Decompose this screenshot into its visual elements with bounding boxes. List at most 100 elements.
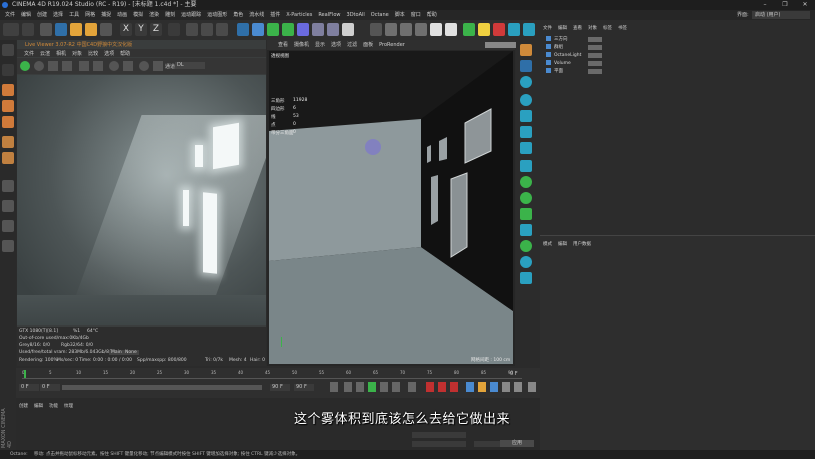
restore-icon[interactable]: ❐ bbox=[775, 0, 795, 10]
cube-icon[interactable] bbox=[237, 23, 249, 36]
timeline-window-icon[interactable] bbox=[528, 382, 536, 392]
menu-item-18[interactable]: 3DtoAll bbox=[344, 10, 368, 20]
diamond-tool-icon[interactable] bbox=[520, 208, 532, 220]
object-row[interactable]: 群组 bbox=[546, 44, 811, 51]
timeline-ruler[interactable]: 051015202530354045505560657075808590 bbox=[22, 370, 522, 379]
next-key-icon[interactable] bbox=[392, 382, 400, 392]
pick-material-icon[interactable] bbox=[139, 61, 149, 71]
menu-item-14[interactable]: 流水线 bbox=[246, 10, 267, 20]
redo-icon[interactable] bbox=[22, 23, 34, 36]
material-menu-item-1[interactable]: 编辑 bbox=[31, 402, 46, 411]
camera-icon[interactable] bbox=[327, 23, 339, 36]
menu-item-20[interactable]: 脚本 bbox=[392, 10, 408, 20]
object-menu-item-5[interactable]: 书签 bbox=[615, 24, 630, 33]
menu-item-6[interactable]: 捕捉 bbox=[98, 10, 114, 20]
render-settings-icon[interactable] bbox=[216, 23, 228, 36]
viewport-menu-item-3[interactable]: 选项 bbox=[328, 40, 344, 50]
object-row[interactable]: OctaneLight bbox=[546, 52, 811, 59]
camera-tool-icon[interactable] bbox=[520, 60, 532, 72]
material-menu-item-0[interactable]: 创建 bbox=[16, 402, 31, 411]
pick-focus-icon[interactable] bbox=[109, 61, 119, 71]
light-handle[interactable] bbox=[365, 139, 381, 155]
array-icon[interactable] bbox=[282, 23, 294, 36]
lock-icon[interactable] bbox=[93, 61, 103, 71]
axis-x-button[interactable]: X bbox=[120, 23, 132, 36]
playhead[interactable] bbox=[24, 370, 26, 378]
goto-start-icon[interactable] bbox=[330, 382, 338, 392]
prev-key-icon[interactable] bbox=[344, 382, 352, 392]
octane-camera-icon[interactable] bbox=[385, 23, 397, 36]
menu-item-15[interactable]: 插件 bbox=[267, 10, 283, 20]
material-menu-item-2[interactable]: 功能 bbox=[46, 402, 61, 411]
menu-item-22[interactable]: 帮助 bbox=[424, 10, 440, 20]
menu-item-10[interactable]: 雕刻 bbox=[162, 10, 178, 20]
octane-env-icon[interactable] bbox=[463, 23, 475, 36]
viewport-menu-item-4[interactable]: 过滤 bbox=[344, 40, 360, 50]
key-pla-icon[interactable] bbox=[514, 382, 522, 392]
minimize-icon[interactable]: – bbox=[755, 0, 775, 10]
recent-tool-icon[interactable] bbox=[100, 23, 112, 36]
layers-tool-icon[interactable] bbox=[520, 160, 532, 172]
sphere-tool-icon[interactable] bbox=[520, 76, 532, 88]
goto-end-icon[interactable] bbox=[408, 382, 416, 392]
plane-tool-icon[interactable] bbox=[520, 126, 532, 138]
pause-icon[interactable] bbox=[48, 61, 58, 71]
light-icon[interactable] bbox=[342, 23, 354, 36]
main-tab[interactable]: Main bbox=[109, 350, 124, 355]
texture-mode-icon[interactable] bbox=[2, 64, 14, 76]
key-rotation-icon[interactable] bbox=[490, 382, 498, 392]
polygon-mode-icon[interactable] bbox=[2, 116, 14, 128]
attribute-menu-item-1[interactable]: 编辑 bbox=[555, 240, 570, 249]
next-frame-icon[interactable] bbox=[380, 382, 388, 392]
range-slider[interactable] bbox=[62, 385, 262, 390]
channel-select[interactable]: DL bbox=[175, 62, 205, 69]
visibility-toggle[interactable] bbox=[588, 37, 602, 42]
current-frame-field[interactable]: 0 F bbox=[40, 384, 60, 391]
object-menu-item-1[interactable]: 编辑 bbox=[555, 24, 570, 33]
render-view-icon[interactable] bbox=[186, 23, 198, 36]
menu-item-16[interactable]: X-Particles bbox=[283, 10, 315, 20]
tweak-mode-icon[interactable] bbox=[2, 152, 14, 164]
send-scene-icon[interactable] bbox=[20, 61, 30, 71]
stop-icon[interactable] bbox=[62, 61, 72, 71]
menu-item-9[interactable]: 渲染 bbox=[146, 10, 162, 20]
pen-icon[interactable] bbox=[252, 23, 264, 36]
snap-icon[interactable] bbox=[2, 180, 14, 192]
octane-settings-icon[interactable] bbox=[523, 23, 535, 36]
menu-item-1[interactable]: 编辑 bbox=[18, 10, 34, 20]
octane-sun-icon[interactable] bbox=[478, 23, 490, 36]
key-param-icon[interactable] bbox=[502, 382, 510, 392]
play-icon[interactable] bbox=[368, 382, 376, 392]
visibility-toggle[interactable] bbox=[588, 53, 602, 58]
octane-toolbar-icon[interactable] bbox=[520, 44, 532, 56]
box-tool-icon[interactable] bbox=[520, 110, 532, 122]
floor-icon[interactable] bbox=[312, 23, 324, 36]
none-tab[interactable]: None bbox=[123, 350, 139, 355]
menu-item-2[interactable]: 创建 bbox=[34, 10, 50, 20]
subdivision-icon[interactable] bbox=[267, 23, 279, 36]
model-mode-icon[interactable] bbox=[2, 44, 14, 56]
end-frame-field[interactable]: 90 F bbox=[270, 384, 290, 391]
object-menu-item-2[interactable]: 查看 bbox=[570, 24, 585, 33]
menu-item-7[interactable]: 动画 bbox=[114, 10, 130, 20]
object-row[interactable]: 平面 bbox=[546, 68, 811, 75]
viewport-menu-item-0[interactable]: 查看 bbox=[275, 40, 291, 50]
object-row[interactable]: Volume bbox=[546, 60, 811, 67]
effector-tool-icon[interactable] bbox=[520, 256, 532, 268]
object-menu-item-4[interactable]: 标签 bbox=[600, 24, 615, 33]
menu-item-12[interactable]: 运动图形 bbox=[204, 10, 230, 20]
viewport-menu-item-6[interactable]: ProRender bbox=[376, 40, 408, 50]
key-scale-icon[interactable] bbox=[478, 382, 486, 392]
octane-light-icon[interactable] bbox=[445, 23, 457, 36]
visibility-toggle[interactable] bbox=[588, 45, 602, 50]
cylinder-tool-icon[interactable] bbox=[520, 142, 532, 154]
menu-item-17[interactable]: RealFlow bbox=[315, 10, 343, 20]
edge-mode-icon[interactable] bbox=[2, 100, 14, 112]
menu-item-13[interactable]: 角色 bbox=[230, 10, 246, 20]
menu-item-0[interactable]: 文件 bbox=[2, 10, 18, 20]
axis-y-button[interactable]: Y bbox=[135, 23, 147, 36]
attribute-menu-item-0[interactable]: 模式 bbox=[540, 240, 555, 249]
max-frame-field[interactable]: 90 F bbox=[294, 384, 314, 391]
octane-scatter-icon[interactable] bbox=[508, 23, 520, 36]
octane-object-icon[interactable] bbox=[415, 23, 427, 36]
